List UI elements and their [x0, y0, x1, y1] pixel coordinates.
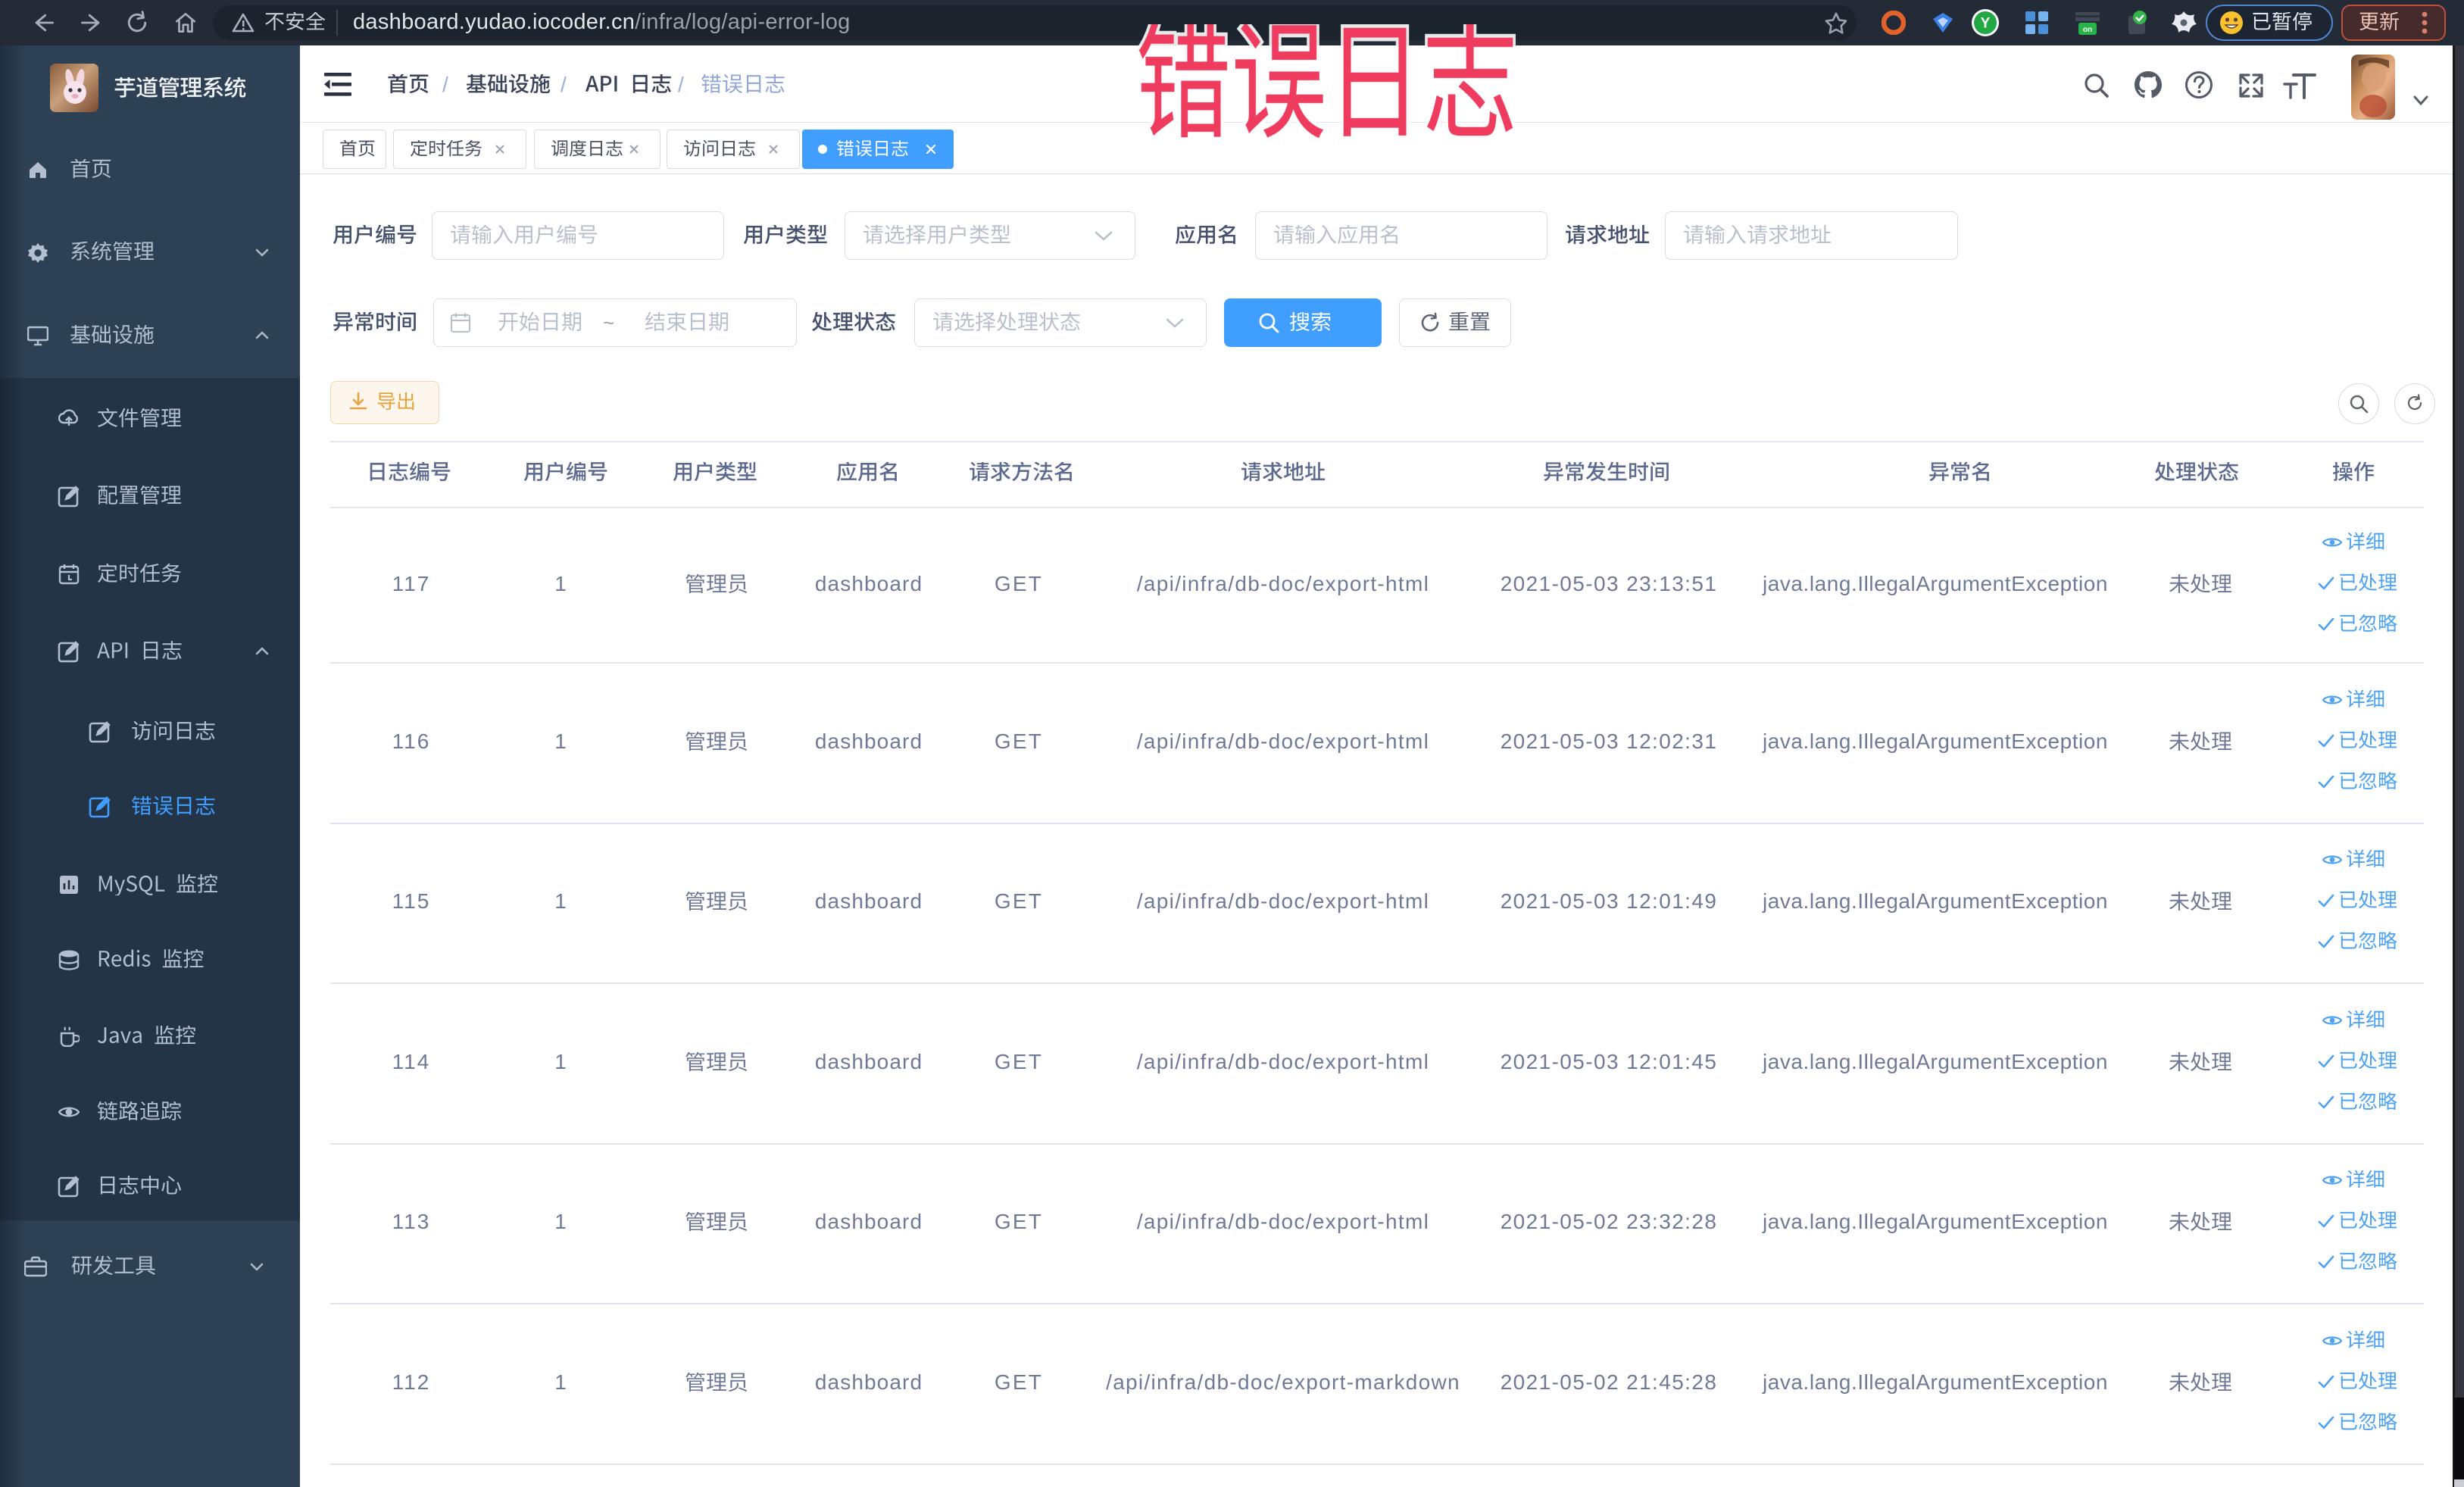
- svg-text:Y: Y: [1981, 16, 1991, 32]
- svg-text:on: on: [2083, 26, 2092, 34]
